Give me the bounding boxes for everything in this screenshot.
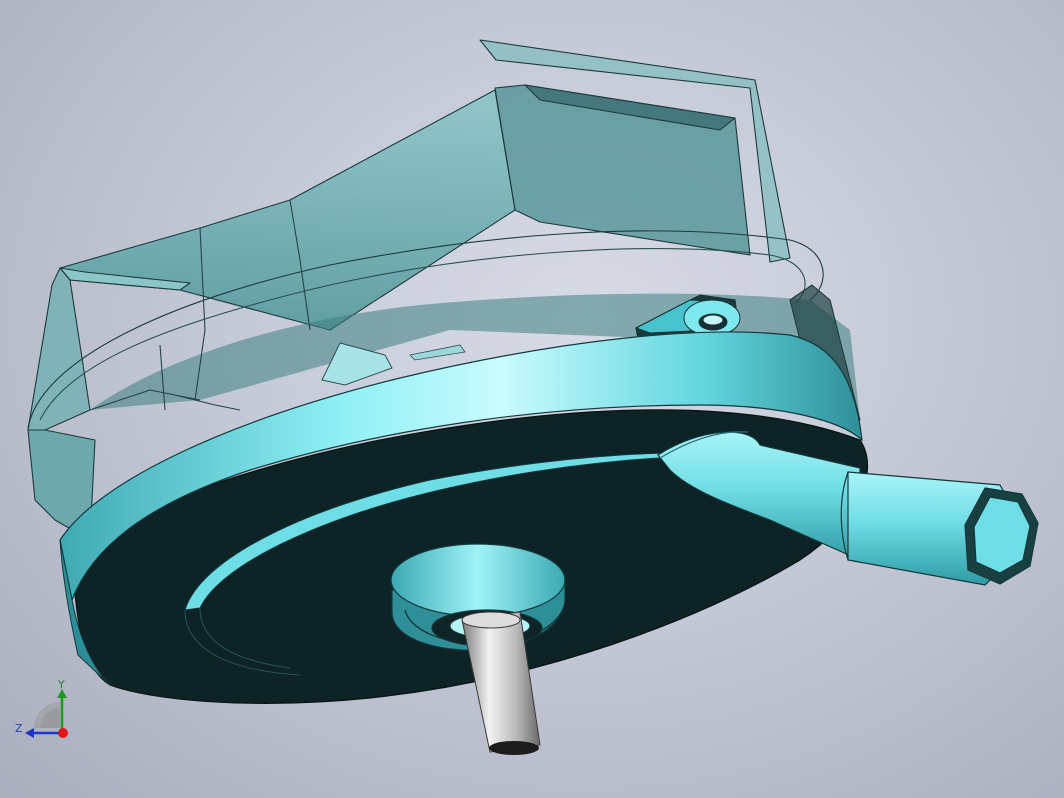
triad-y-label: Y: [58, 678, 65, 691]
triad-z-label: Z: [15, 722, 23, 735]
housing-top-wall[interactable]: [59, 89, 516, 331]
x-axis-dot: [58, 728, 68, 738]
cad-viewport[interactable]: Y Z: [0, 0, 1064, 798]
3d-model-view[interactable]: [0, 0, 1064, 798]
housing-front-wall[interactable]: [27, 267, 91, 431]
orientation-triad[interactable]: [10, 672, 80, 752]
z-axis-arrow: [25, 728, 34, 738]
